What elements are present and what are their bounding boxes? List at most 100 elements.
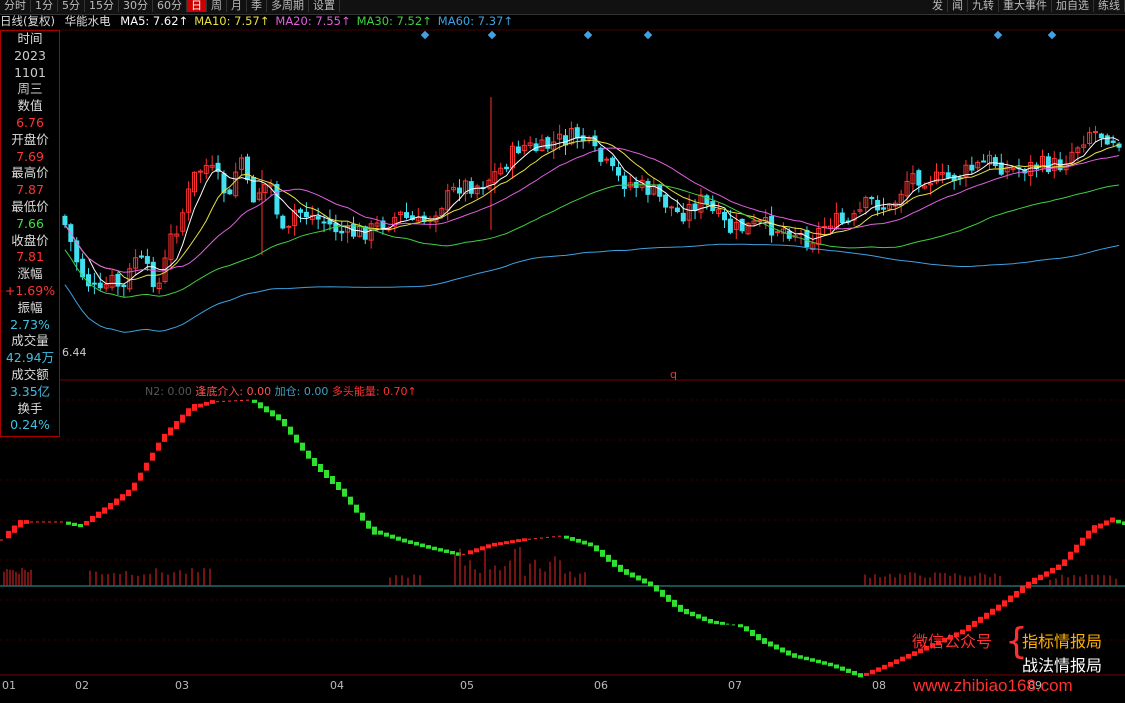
indicator-segment bbox=[480, 546, 485, 551]
indicator-segment bbox=[114, 498, 119, 505]
indicator-segment bbox=[774, 644, 779, 650]
indicator-segment bbox=[426, 545, 431, 549]
indicator-segment bbox=[738, 624, 743, 628]
candle-body bbox=[404, 212, 409, 218]
candle-body bbox=[468, 181, 474, 194]
indicator-segment bbox=[600, 549, 605, 557]
indicator-segment bbox=[258, 402, 263, 409]
indicator-segment bbox=[150, 452, 155, 461]
indicator-segment bbox=[888, 662, 893, 667]
indicator-segment bbox=[906, 653, 911, 659]
candle-body bbox=[139, 255, 144, 258]
info-row-6: 开盘价 bbox=[11, 131, 49, 147]
x-tick-07: 07 bbox=[728, 679, 742, 692]
indicator-segment bbox=[12, 525, 17, 533]
info-row-18: 成交量 bbox=[11, 333, 49, 349]
indicator-segment bbox=[792, 653, 797, 658]
indicator-segment bbox=[72, 522, 77, 526]
indicator-segment bbox=[162, 433, 167, 442]
indicator-segment bbox=[468, 550, 473, 555]
indicator-segment bbox=[1044, 571, 1049, 577]
indicator-segment bbox=[696, 614, 701, 619]
indicator-segment bbox=[474, 548, 479, 553]
candle-body bbox=[869, 197, 875, 200]
indicator-segment bbox=[300, 442, 305, 451]
x-tick-02: 02 bbox=[75, 679, 89, 692]
indicator-segment bbox=[138, 472, 143, 481]
indicator-segment bbox=[108, 502, 113, 510]
candle-body bbox=[1110, 140, 1116, 143]
indicator-segment bbox=[348, 496, 353, 505]
indicator-segment bbox=[720, 621, 725, 625]
indicator-segment bbox=[504, 541, 509, 545]
info-row-0: 时间 bbox=[17, 31, 43, 46]
candle-body bbox=[121, 284, 127, 288]
indicator-segment bbox=[672, 599, 677, 607]
indicator-segment bbox=[264, 406, 269, 413]
indicator-segment bbox=[120, 494, 125, 501]
indicator-segment bbox=[168, 427, 173, 436]
indicator-segment bbox=[744, 626, 749, 632]
indicator-segment bbox=[654, 585, 659, 592]
watermark-url: www.zhibiao168.com bbox=[913, 676, 1073, 695]
indicator-segment bbox=[330, 476, 335, 484]
indicator-segment bbox=[420, 543, 425, 548]
signal-diamond-0 bbox=[420, 30, 430, 40]
indicator-segment bbox=[60, 521, 63, 523]
indicator-legend: N2: 0.00 逢底介入: 0.00 加仓: 0.00 多头能量: 0.70↑ bbox=[145, 383, 417, 399]
indicator-segment bbox=[342, 488, 347, 497]
indicator-segment bbox=[588, 542, 593, 547]
indicator-label-0: N2: 0.00 bbox=[145, 385, 196, 398]
indicator-segment bbox=[516, 539, 521, 543]
indicator-segment bbox=[864, 672, 869, 676]
info-row-14: 涨幅 bbox=[17, 266, 43, 282]
indicator-segment bbox=[1104, 520, 1109, 526]
info-row-11: 7.66 bbox=[16, 215, 44, 231]
candle-body bbox=[303, 211, 309, 218]
indicator-segment bbox=[990, 608, 995, 615]
indicator-label-3: 多头能量: 0.70↑ bbox=[331, 385, 417, 398]
candle-body bbox=[97, 282, 103, 289]
indicator-segment bbox=[534, 538, 537, 540]
indicator-segment bbox=[846, 668, 851, 673]
indicator-segment bbox=[1038, 574, 1043, 581]
indicator-segment bbox=[894, 659, 899, 665]
indicator-segment bbox=[414, 541, 419, 546]
indicator-segment bbox=[1116, 519, 1121, 524]
signal-diamond-4 bbox=[993, 30, 1003, 40]
indicator-segment bbox=[750, 629, 755, 637]
candle-body bbox=[339, 230, 345, 234]
signal-diamond-2 bbox=[583, 30, 593, 40]
x-tick-08: 08 bbox=[872, 679, 886, 692]
indicator-label-1: 逢底介入: 0.00 bbox=[195, 385, 275, 398]
candle-body bbox=[739, 218, 745, 232]
indicator-segment bbox=[612, 559, 617, 567]
candle-body bbox=[692, 203, 698, 211]
candle-body bbox=[298, 209, 303, 213]
ma-line-MA30 bbox=[64, 184, 1120, 298]
indicator-segment bbox=[78, 524, 83, 528]
candle-body bbox=[981, 160, 987, 163]
indicator-segment bbox=[378, 530, 383, 535]
candle-body bbox=[663, 194, 669, 208]
candle-body bbox=[1104, 135, 1110, 145]
candle-body bbox=[315, 216, 321, 220]
candle-body bbox=[969, 164, 975, 171]
indicator-segment bbox=[228, 400, 231, 402]
indicator-segment bbox=[552, 536, 555, 538]
info-row-16: 振幅 bbox=[17, 299, 43, 315]
info-row-3: 周三 bbox=[17, 81, 43, 97]
candle-body bbox=[674, 207, 680, 213]
indicator-segment bbox=[726, 623, 729, 625]
indicator-segment bbox=[432, 546, 437, 551]
indicator-segment bbox=[678, 604, 683, 612]
indicator-label-2: 加仓: 0.00 bbox=[274, 385, 332, 398]
info-row-10: 最低价 bbox=[11, 198, 49, 214]
indicator-segment bbox=[780, 647, 785, 653]
indicator-segment bbox=[276, 414, 281, 421]
candle-body bbox=[245, 156, 250, 181]
candle-body bbox=[1098, 133, 1104, 139]
indicator-segment bbox=[1092, 525, 1097, 533]
indicator-segment bbox=[786, 650, 791, 656]
candle-body bbox=[280, 215, 286, 229]
